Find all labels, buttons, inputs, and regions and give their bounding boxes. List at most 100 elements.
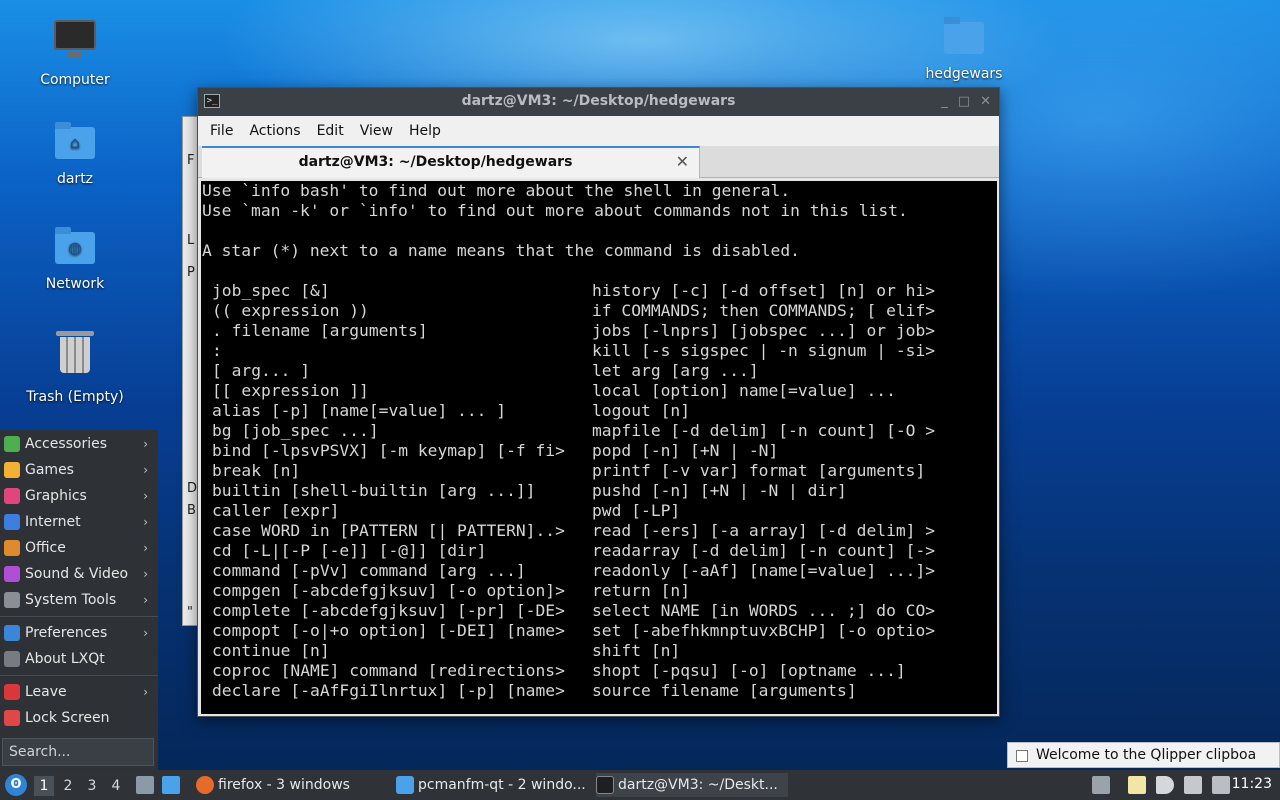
- folder-icon: [396, 776, 414, 794]
- help-command-right: kill [-s sigspec | -n signum | -si>: [592, 341, 936, 360]
- help-command-right: history [-c] [-d offset] [n] or hi>: [592, 281, 936, 300]
- task-label: pcmanfm-qt - 2 windo...: [418, 777, 586, 793]
- menu-item-graphics[interactable]: Graphics ›: [0, 483, 158, 509]
- help-command-right: readarray [-d delim] [-n count] [->: [592, 541, 936, 560]
- desktop-icon-label: Network: [45, 276, 105, 292]
- help-command-right: return [n]: [592, 581, 691, 600]
- task-firefox[interactable]: firefox - 3 windows: [196, 773, 386, 797]
- show-desktop-icon[interactable]: [136, 776, 154, 794]
- help-command-left: bg [job_spec ...]: [212, 421, 379, 440]
- desktop-icon-label: Trash (Empty): [26, 389, 124, 405]
- help-command-left: compgen [-abcdefgjksuv] [-o option]>: [212, 581, 565, 600]
- chevron-right-icon: ›: [143, 515, 148, 529]
- window-titlebar[interactable]: >_ dartz@VM3: ~/Desktop/hedgewars _ □ ✕: [198, 88, 999, 116]
- tab-label: dartz@VM3: ~/Desktop/hedgewars: [298, 154, 573, 170]
- menu-search-input[interactable]: Search...: [2, 738, 154, 766]
- minimize-button[interactable]: _: [941, 94, 948, 109]
- task-pcmanfm[interactable]: pcmanfm-qt - 2 windo...: [396, 773, 588, 797]
- help-command-left: case WORD in [PATTERN [| PATTERN]..>: [212, 521, 565, 540]
- clipboard-icon[interactable]: [1128, 776, 1146, 794]
- menu-item-label: Lock Screen: [25, 710, 110, 726]
- menu-item-sound-video[interactable]: Sound & Video ›: [0, 561, 158, 587]
- network-icon[interactable]: [1184, 776, 1202, 794]
- trash-icon: [51, 331, 99, 385]
- bg-window-fragment: L: [187, 233, 195, 248]
- desktop-icon-hedgewars[interactable]: hedgewars: [904, 14, 1024, 82]
- folder-icon: [940, 14, 988, 62]
- tab-close-icon[interactable]: ✕: [676, 152, 689, 171]
- menu-item-office[interactable]: Office ›: [0, 535, 158, 561]
- help-command-left: continue [n]: [212, 641, 330, 660]
- leave-icon: [4, 684, 20, 700]
- file-manager-icon[interactable]: [162, 776, 180, 794]
- help-command-right: select NAME [in WORDS ... ;] do CO>: [592, 601, 936, 620]
- help-command-left: job_spec [&]: [212, 281, 330, 300]
- terminal-output[interactable]: Use `info bash' to find out more about t…: [201, 181, 997, 714]
- start-menu: Accessories › Games › Graphics › Internet › Offi…: [0, 430, 158, 770]
- task-label: firefox - 3 windows: [218, 777, 350, 793]
- help-command-left: coproc [NAME] command [redirections>: [212, 661, 565, 680]
- task-label: dartz@VM3: ~/Deskt...: [618, 777, 778, 793]
- menu-item-system-tools[interactable]: System Tools ›: [0, 587, 158, 613]
- chevron-right-icon: ›: [143, 437, 148, 451]
- help-command-right: pushd [-n] [+N | -N | dir]: [592, 481, 847, 500]
- desktop-icon-computer[interactable]: Computer: [15, 14, 135, 88]
- help-command-right: set [-abefhkmnptuvxBCHP] [-o optio>: [592, 621, 936, 640]
- workspace-1[interactable]: 1: [34, 776, 54, 796]
- bg-window-fragment: F: [187, 153, 195, 168]
- help-command-right: let arg [arg ...]: [592, 361, 759, 380]
- menu-edit[interactable]: Edit: [309, 123, 352, 139]
- menu-item-games[interactable]: Games ›: [0, 457, 158, 483]
- workspace-3[interactable]: 3: [82, 776, 102, 796]
- volume-icon[interactable]: [1156, 776, 1174, 794]
- menu-item-leave[interactable]: Leave ›: [0, 679, 158, 705]
- desktop-icon-network[interactable]: ◍ Network: [15, 224, 135, 292]
- help-command-right: local [option] name[=value] ...: [592, 381, 896, 400]
- menu-item-internet[interactable]: Internet ›: [0, 509, 158, 535]
- close-button[interactable]: ✕: [980, 94, 991, 109]
- menu-item-about-lxqt[interactable]: About LXQt: [0, 646, 158, 672]
- maximize-button[interactable]: □: [958, 94, 970, 109]
- workspace-4[interactable]: 4: [106, 776, 126, 796]
- eject-icon[interactable]: [1092, 776, 1110, 794]
- help-command-left: caller [expr]: [212, 501, 340, 520]
- desktop-icon-trash[interactable]: Trash (Empty): [15, 329, 135, 405]
- menu-help[interactable]: Help: [401, 123, 449, 139]
- terminal-icon: [596, 776, 614, 794]
- help-command-left: . filename [arguments]: [212, 321, 428, 340]
- menu-item-label: Preferences: [25, 625, 108, 641]
- help-command-right: shopt [-pqsu] [-o] [optname ...]: [592, 661, 906, 680]
- terminal-window[interactable]: >_ dartz@VM3: ~/Desktop/hedgewars _ □ ✕ …: [197, 87, 1000, 717]
- help-command-right: source filename [arguments]: [592, 681, 857, 700]
- desktop-icon-home[interactable]: ⌂ dartz: [15, 119, 135, 187]
- games-icon: [4, 462, 20, 478]
- menu-item-preferences[interactable]: Preferences ›: [0, 620, 158, 646]
- bg-window-fragment: B: [187, 503, 196, 518]
- menu-item-label: System Tools: [25, 592, 117, 608]
- chevron-right-icon: ›: [143, 593, 148, 607]
- menu-bar: File Actions Edit View Help: [198, 116, 999, 146]
- help-command-right: jobs [-lnprs] [jobspec ...] or job>: [592, 321, 936, 340]
- task-terminal[interactable]: dartz@VM3: ~/Deskt...: [596, 773, 788, 797]
- internet-icon: [4, 514, 20, 530]
- menu-item-lock-screen[interactable]: Lock Screen: [0, 705, 158, 731]
- terminal-tab[interactable]: dartz@VM3: ~/Desktop/hedgewars ✕: [202, 146, 700, 178]
- help-command-left: :: [212, 341, 222, 360]
- lock-icon: [4, 710, 20, 726]
- help-command-right: pwd [-LP]: [592, 501, 681, 520]
- help-command-left: alias [-p] [name[=value] ... ]: [212, 401, 507, 420]
- menu-file[interactable]: File: [202, 123, 241, 139]
- preferences-icon: [4, 625, 20, 641]
- notification-popup[interactable]: Welcome to the Qlipper clipboa: [1007, 742, 1280, 768]
- clock: 11:23: [1231, 776, 1272, 792]
- menu-item-accessories[interactable]: Accessories ›: [0, 431, 158, 457]
- menu-actions[interactable]: Actions: [241, 123, 308, 139]
- workspace-2[interactable]: 2: [58, 776, 78, 796]
- start-menu-button[interactable]: ʘ: [5, 774, 27, 796]
- menu-view[interactable]: View: [352, 123, 401, 139]
- update-icon[interactable]: [1212, 776, 1230, 794]
- help-command-right: read [-ers] [-a array] [-d delim] >: [592, 521, 936, 540]
- firefox-icon: [196, 776, 214, 794]
- window-title: dartz@VM3: ~/Desktop/hedgewars: [461, 93, 736, 109]
